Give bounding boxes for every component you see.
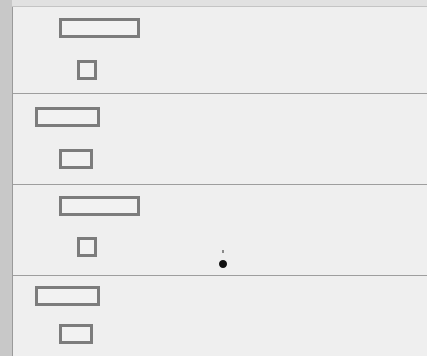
checkbox-2[interactable]	[59, 149, 93, 169]
cursor-dot-icon	[219, 260, 227, 268]
text-field-4[interactable]	[35, 286, 100, 306]
top-edge	[12, 0, 427, 7]
checkbox-3[interactable]	[77, 237, 97, 257]
text-field-3[interactable]	[59, 196, 140, 216]
checkbox-1[interactable]	[77, 60, 97, 80]
text-field-2[interactable]	[35, 107, 100, 127]
cursor-hotspot-icon	[222, 250, 224, 253]
window	[0, 0, 427, 356]
text-field-1[interactable]	[59, 18, 140, 38]
checkbox-4[interactable]	[59, 324, 93, 344]
left-gutter	[0, 0, 13, 356]
